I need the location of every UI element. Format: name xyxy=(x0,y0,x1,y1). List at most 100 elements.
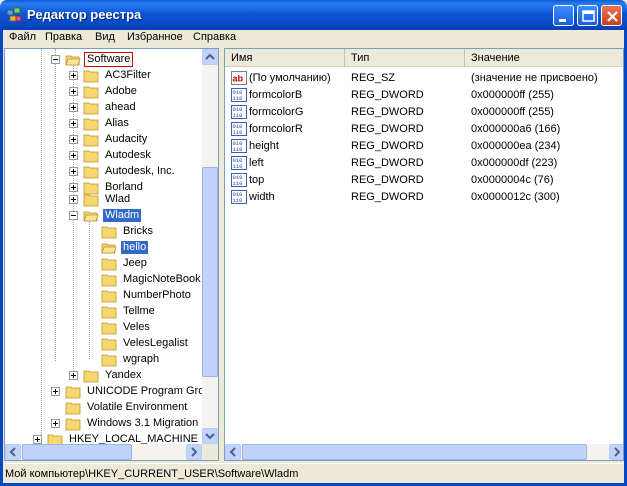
value-row[interactable]: ab (По умолчанию) REG_SZ (значение не присв… xyxy=(225,70,605,87)
scroll-corner xyxy=(202,444,218,460)
expand-icon[interactable] xyxy=(33,435,42,444)
tree-label[interactable]: UNICODE Program Grou xyxy=(85,385,212,398)
expand-icon[interactable] xyxy=(69,87,78,96)
tree-label[interactable]: Software xyxy=(83,52,134,67)
open-folder-icon xyxy=(65,55,81,66)
close-button[interactable] xyxy=(601,5,622,26)
folder-icon xyxy=(83,102,99,115)
binary-value-icon: 010110 xyxy=(231,139,247,153)
svg-text:110: 110 xyxy=(233,129,243,136)
expand-icon[interactable] xyxy=(69,195,78,204)
binary-value-icon: 010110 xyxy=(231,156,247,170)
svg-text:110: 110 xyxy=(233,95,243,102)
expand-icon[interactable] xyxy=(69,167,78,176)
tree-label[interactable]: MagicNoteBook xyxy=(121,273,203,286)
value-name: (По умолчанию) xyxy=(249,72,331,84)
tree-label[interactable]: Autodesk xyxy=(103,149,153,162)
tree-label[interactable]: Volatile Environment xyxy=(85,401,189,414)
scroll-left-button[interactable] xyxy=(5,444,21,460)
value-value: 0x000000ea (234) xyxy=(471,140,561,152)
title-bar[interactable]: Редактор реестра xyxy=(0,0,627,30)
menu-help[interactable]: Справка xyxy=(193,31,236,43)
value-row[interactable]: 010 110 formcolorG REG_DWORD 0x000000ff (255… xyxy=(225,104,605,121)
expand-icon[interactable] xyxy=(51,419,60,428)
tree-label[interactable]: Tellme xyxy=(121,305,157,318)
value-row[interactable]: 010 110 left REG_DWORD 0x000000df (223) xyxy=(225,155,605,172)
expand-icon[interactable] xyxy=(69,151,78,160)
column-header-value[interactable]: Значение xyxy=(465,49,623,67)
tree-label[interactable]: VelesLegalist xyxy=(121,337,190,350)
menu-file[interactable]: Файл xyxy=(9,31,36,43)
open-folder-icon xyxy=(83,211,99,222)
scroll-left-button[interactable] xyxy=(225,444,241,460)
list-horizontal-scrollbar[interactable] xyxy=(225,444,623,460)
tree-label[interactable]: NumberPhoto xyxy=(121,289,193,302)
maximize-button[interactable] xyxy=(577,5,598,26)
tree-label[interactable]: Adobe xyxy=(103,85,139,98)
tree-label[interactable]: Jeep xyxy=(121,257,149,270)
value-type: REG_DWORD xyxy=(351,157,424,169)
string-value-icon: ab xyxy=(231,71,247,85)
folder-icon xyxy=(83,166,99,179)
column-header-name[interactable]: Имя xyxy=(225,49,345,67)
registry-tree[interactable]: Software AC3Filter Adobe ahead Alias Aud… xyxy=(4,48,219,461)
svg-text:ab: ab xyxy=(233,74,244,84)
tree-label[interactable]: Veles xyxy=(121,321,152,334)
scroll-thumb[interactable] xyxy=(22,444,132,460)
scroll-right-button[interactable] xyxy=(186,444,202,460)
value-row[interactable]: 010 110 height REG_DWORD 0x000000ea (234) xyxy=(225,138,605,155)
expand-icon[interactable] xyxy=(69,371,78,380)
value-row[interactable]: 010 110 top REG_DWORD 0x0000004c (76) xyxy=(225,172,605,189)
value-row[interactable]: 010 110 formcolorR REG_DWORD 0x000000a6 (166… xyxy=(225,121,605,138)
collapse-icon[interactable] xyxy=(69,211,78,220)
expand-icon[interactable] xyxy=(69,103,78,112)
expand-icon[interactable] xyxy=(69,135,78,144)
value-row[interactable]: 010 110 width REG_DWORD 0x0000012c (300) xyxy=(225,189,605,206)
scroll-right-button[interactable] xyxy=(609,444,623,460)
tree-label[interactable]: ahead xyxy=(103,101,138,114)
expand-icon[interactable] xyxy=(69,183,78,192)
chevron-down-icon xyxy=(205,433,215,440)
tree-horizontal-scrollbar[interactable] xyxy=(5,444,202,460)
svg-text:110: 110 xyxy=(233,180,243,187)
tree-label[interactable]: Bricks xyxy=(121,225,155,238)
expand-icon[interactable] xyxy=(51,387,60,396)
tree-label[interactable]: Wladm xyxy=(103,209,142,222)
scroll-up-button[interactable] xyxy=(202,49,218,65)
menu-favorites[interactable]: Избранное xyxy=(127,31,183,43)
scroll-down-button[interactable] xyxy=(202,428,218,444)
scroll-thumb[interactable] xyxy=(202,167,218,377)
tree-label[interactable]: Windows 3.1 Migration S xyxy=(85,417,211,430)
expand-icon[interactable] xyxy=(69,71,78,80)
tree-label[interactable]: Audacity xyxy=(103,133,149,146)
menu-view[interactable]: Вид xyxy=(95,31,115,43)
tree-label[interactable]: wgraph xyxy=(121,353,161,366)
minimize-icon xyxy=(559,19,566,22)
tree-vertical-scrollbar[interactable] xyxy=(202,49,218,444)
regedit-app-icon xyxy=(6,7,22,22)
collapse-icon[interactable] xyxy=(51,55,60,64)
value-row[interactable]: 010 110 formcolorB REG_DWORD 0x000000ff (255… xyxy=(225,87,605,104)
open-folder-icon xyxy=(101,243,117,254)
scroll-thumb[interactable] xyxy=(242,444,587,460)
window-title: Редактор реестра xyxy=(27,7,142,22)
expand-icon[interactable] xyxy=(69,119,78,128)
value-value: 0x000000a6 (166) xyxy=(471,123,561,135)
menu-edit[interactable]: Правка xyxy=(45,31,82,43)
status-bar: Мой компьютер\HKEY_CURRENT_USER\Software… xyxy=(3,463,624,483)
folder-icon xyxy=(101,338,117,351)
tree-label[interactable]: Yandex xyxy=(103,369,144,382)
folder-icon xyxy=(101,306,117,319)
tree-label[interactable]: AC3Filter xyxy=(103,69,153,82)
chevron-left-icon xyxy=(229,447,236,457)
tree-label[interactable]: Autodesk, Inc. xyxy=(103,165,177,178)
tree-connector xyxy=(89,217,90,359)
minimize-button[interactable] xyxy=(553,5,574,26)
value-value: 0x0000004c (76) xyxy=(471,174,554,186)
column-header-type[interactable]: Тип xyxy=(345,49,465,67)
tree-label[interactable]: Wlad xyxy=(103,193,132,206)
tree-label[interactable]: Alias xyxy=(103,117,131,130)
tree-label[interactable]: hello xyxy=(121,241,149,254)
values-list[interactable]: Имя Тип Значение ab (По умолчанию) REG_SZ (… xyxy=(224,48,624,461)
binary-value-icon: 010110 xyxy=(231,173,247,187)
